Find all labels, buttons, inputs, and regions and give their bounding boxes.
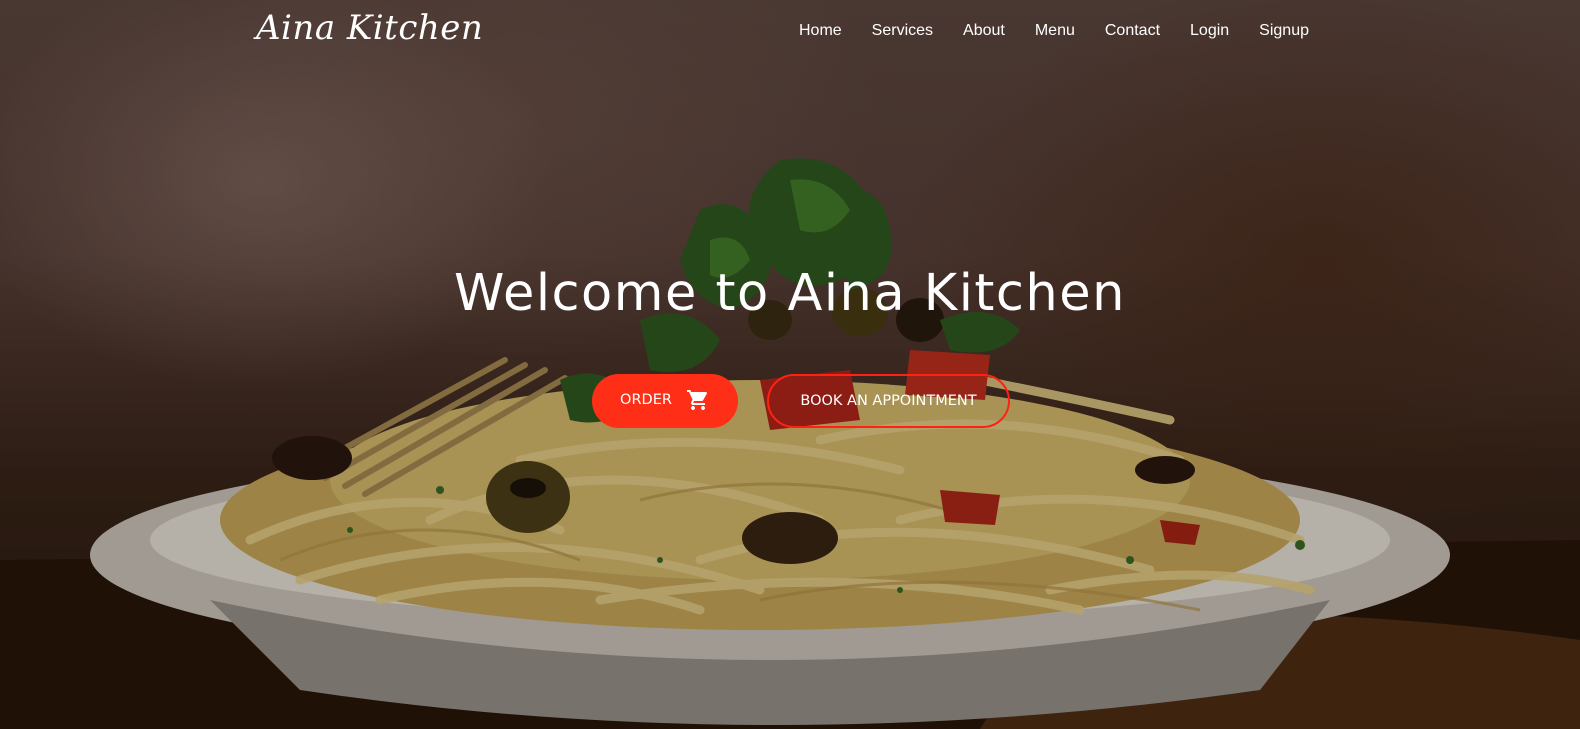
hero-section: Aina Kitchen Home Services About Menu Co… [0, 0, 1580, 729]
navbar: Aina Kitchen Home Services About Menu Co… [0, 0, 1580, 66]
book-appointment-label: BOOK AN APPOINTMENT [800, 393, 977, 409]
nav-link-menu[interactable]: Menu [1020, 22, 1090, 40]
book-appointment-button[interactable]: BOOK AN APPOINTMENT [767, 374, 1010, 428]
brand-logo[interactable]: Aina Kitchen [256, 8, 483, 48]
nav-link-contact[interactable]: Contact [1090, 22, 1175, 40]
nav-links: Home Services About Menu Contact Login S… [784, 22, 1324, 40]
nav-link-signup[interactable]: Signup [1244, 22, 1324, 40]
order-button-label: ORDER [620, 392, 672, 408]
cart-icon [686, 390, 707, 410]
hero-title: Welcome to Aina Kitchen [454, 264, 1126, 323]
nav-link-login[interactable]: Login [1175, 22, 1244, 40]
nav-link-about[interactable]: About [948, 22, 1020, 40]
order-button[interactable]: ORDER [592, 374, 738, 428]
cta-buttons: ORDER BOOK AN APPOINTMENT [592, 374, 1010, 428]
nav-link-home[interactable]: Home [784, 22, 857, 40]
dark-overlay [0, 0, 1580, 729]
nav-link-services[interactable]: Services [857, 22, 948, 40]
